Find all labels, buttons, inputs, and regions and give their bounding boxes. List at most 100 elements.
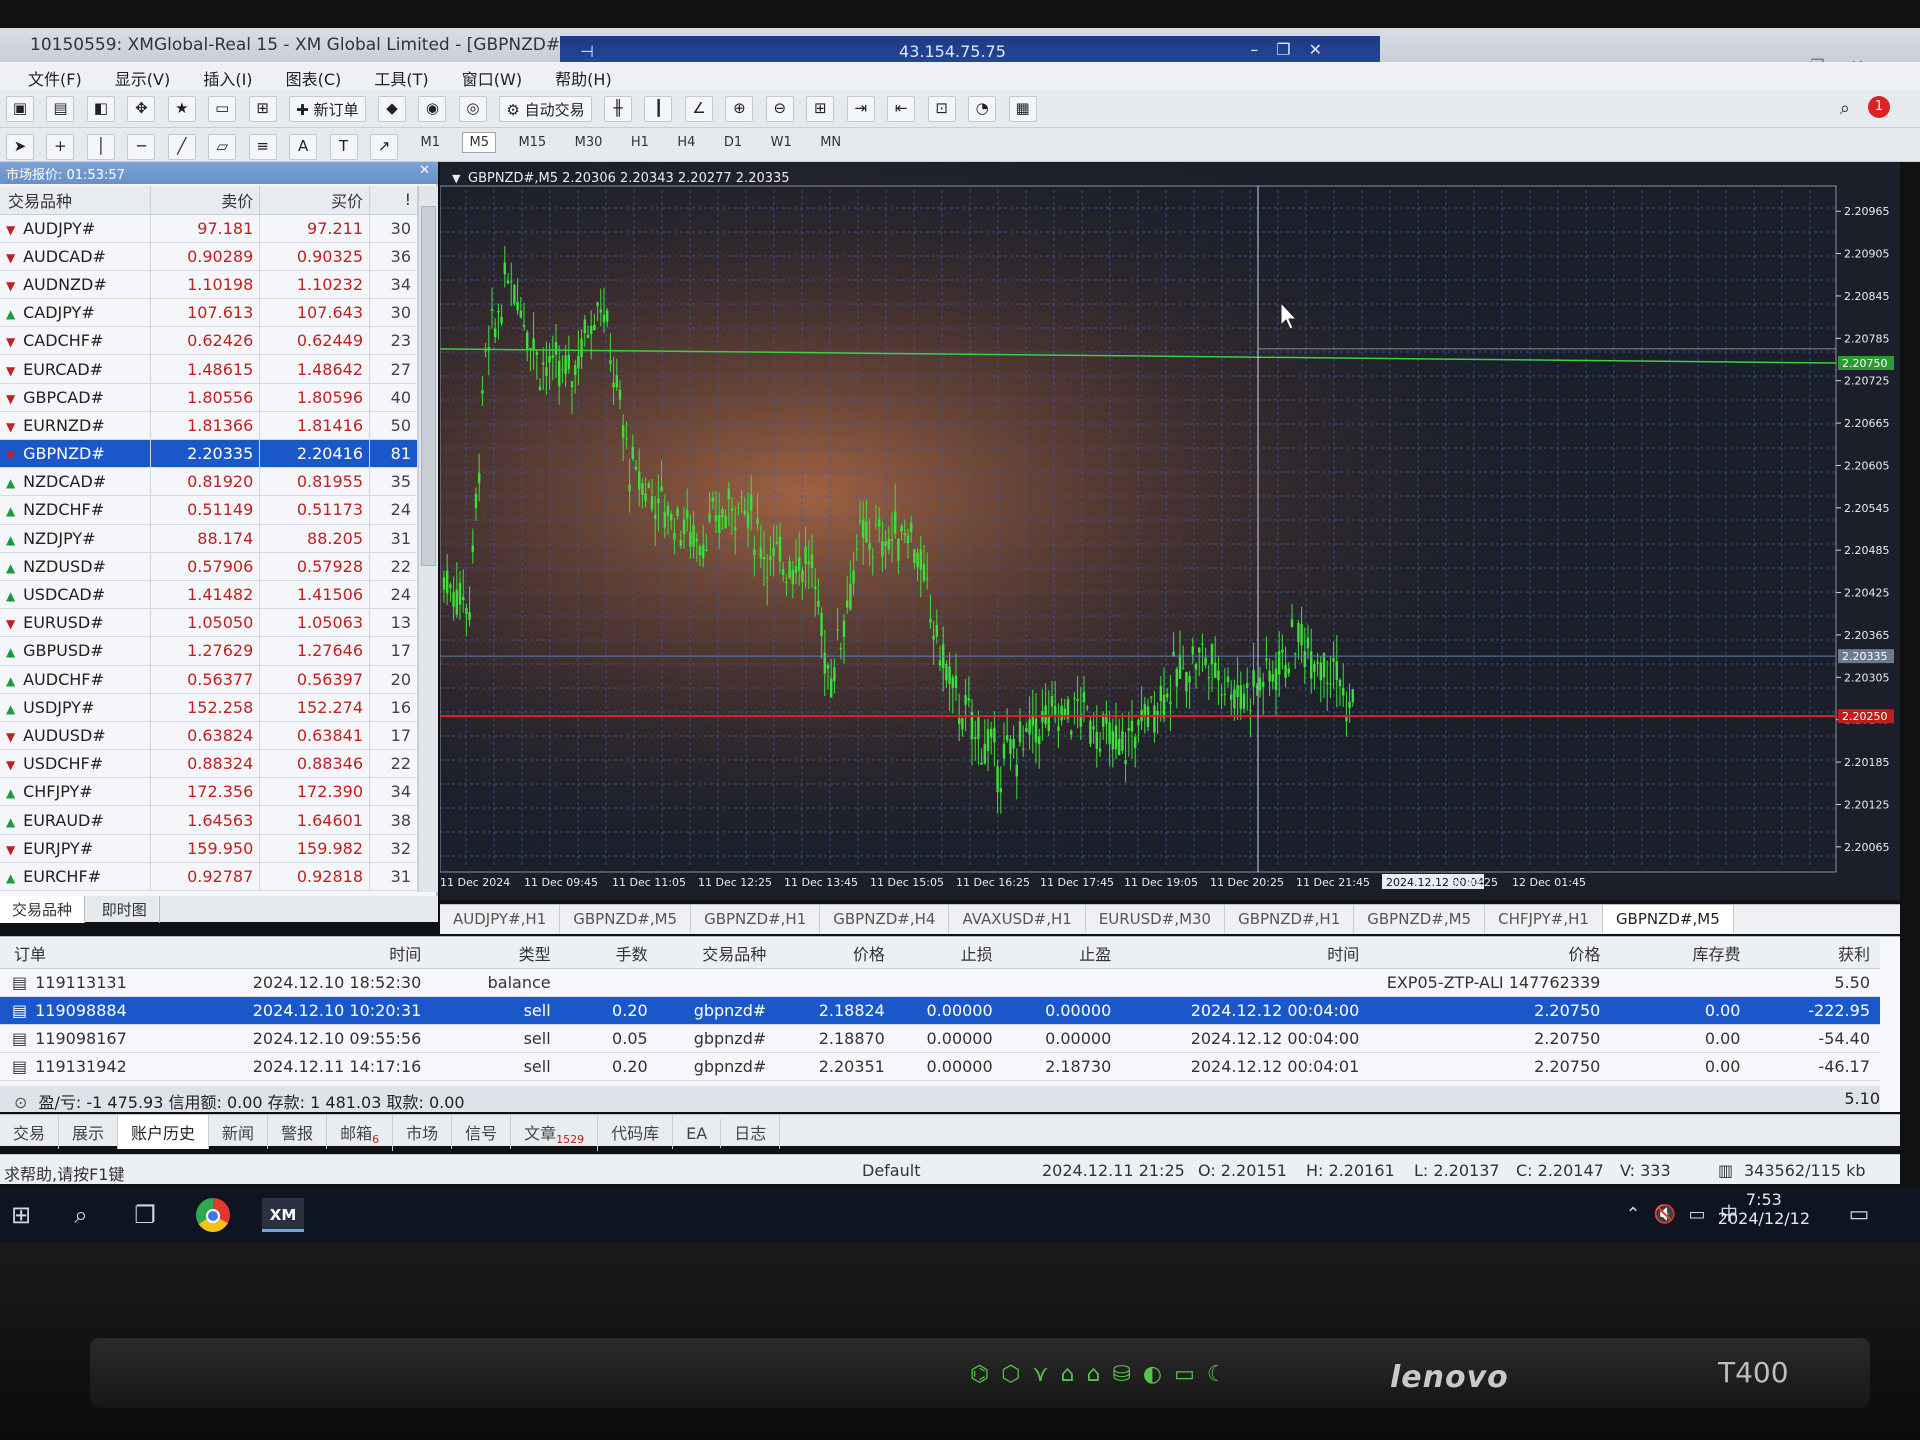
market-watch-row[interactable]: ▲ CHFJPY# 172.356 172.390 34	[0, 777, 418, 807]
terminal-tab[interactable]: 市场	[393, 1115, 453, 1149]
swap-cell[interactable]: 0.00	[1610, 996, 1751, 1025]
market-watch-row[interactable]: ▲ GBPUSD# 1.27629 1.27646 17	[0, 636, 418, 666]
chart-tab[interactable]: EURUSD#,M30	[1086, 905, 1226, 933]
market-watch-row[interactable]: ▲ NZDCHF# 0.51149 0.51173 24	[0, 495, 418, 525]
bid-cell[interactable]: 159.950	[150, 834, 261, 863]
take-profit-cell[interactable]	[1002, 968, 1122, 997]
spread-cell[interactable]: 34	[369, 270, 418, 300]
symbol-cell[interactable]: ▼ GBPNZD#	[0, 439, 151, 469]
terminal-tab[interactable]: 代码库	[598, 1115, 674, 1149]
notification-icon[interactable]: 1	[1868, 96, 1890, 118]
symbol-cell[interactable]: gbpnzd#	[657, 996, 777, 1025]
symbol-cell[interactable]	[657, 968, 777, 997]
bid-cell[interactable]: 0.88324	[150, 749, 261, 779]
ask-cell[interactable]: 1.05063	[259, 608, 370, 638]
col-swap[interactable]: 库存费	[1610, 938, 1751, 969]
take-profit-cell[interactable]: 0.00000	[1002, 996, 1122, 1025]
symbol-cell[interactable]: ▲ CHFJPY#	[0, 777, 151, 807]
chart-dropdown-icon[interactable]: ▼	[452, 172, 461, 185]
ask-cell[interactable]: 0.88346	[259, 749, 370, 779]
bid-cell[interactable]: 88.174	[150, 524, 261, 553]
market-watch-row[interactable]: ▼ CADCHF# 0.62426 0.62449 23	[0, 326, 418, 356]
new-order-button[interactable]: ✚ 新订单	[289, 96, 366, 122]
market-watch-row[interactable]: ▼ EURUSD# 1.05050 1.05063 13	[0, 608, 418, 638]
tray-clock[interactable]: 7:53 2024/12/12	[1718, 1190, 1810, 1228]
bid-cell[interactable]: 0.90289	[150, 242, 261, 271]
close-icon[interactable]: ✕	[1309, 40, 1340, 59]
fibonacci-icon[interactable]: ≡	[248, 134, 277, 160]
spread-cell[interactable]: 40	[369, 383, 418, 412]
ask-cell[interactable]: 152.274	[259, 693, 370, 722]
open-time-cell[interactable]: 2024.12.10 10:20:31	[150, 996, 432, 1025]
open-price-cell[interactable]	[776, 968, 895, 997]
restore-icon[interactable]: ❐	[1276, 40, 1308, 59]
menu-tools[interactable]: 工具(T)	[374, 66, 428, 90]
ask-cell[interactable]: 0.51173	[259, 495, 370, 525]
text-icon[interactable]: A	[289, 134, 318, 160]
symbol-cell[interactable]: ▲ NZDJPY#	[0, 524, 151, 553]
bid-cell[interactable]: 0.51149	[150, 495, 261, 525]
ask-cell[interactable]: 0.63841	[259, 721, 370, 751]
menu-file[interactable]: 文件(F)	[28, 66, 82, 90]
bid-cell[interactable]: 1.05050	[150, 608, 261, 638]
bid-cell[interactable]: 0.56377	[150, 665, 261, 694]
templates-icon[interactable]: ▦	[1008, 96, 1037, 122]
table-row[interactable]: ▤ 119098884 2024.12.10 10:20:31 sell 0.20 gbp…	[0, 996, 1880, 1025]
col-stop-loss[interactable]: 止损	[894, 938, 1003, 969]
spread-cell[interactable]: 22	[369, 749, 418, 779]
col-ask[interactable]: 买价	[259, 186, 370, 215]
start-icon[interactable]: ⊞	[4, 1198, 38, 1232]
chart-tab[interactable]: AUDJPY#,H1	[440, 905, 561, 933]
spread-cell[interactable]: 16	[369, 693, 418, 722]
symbol-cell[interactable]: ▲ NZDCAD#	[0, 467, 151, 497]
spread-cell[interactable]: 81	[369, 439, 418, 469]
spread-cell[interactable]: 17	[369, 721, 418, 751]
close-price-cell[interactable]: 2.20750	[1369, 996, 1611, 1025]
col-symbol[interactable]: 交易品种	[0, 186, 151, 215]
market-watch-row[interactable]: ▼ EURJPY# 159.950 159.982 32	[0, 834, 418, 863]
close-price-cell[interactable]: 2.20750	[1369, 1024, 1611, 1053]
bid-cell[interactable]: 1.48615	[150, 354, 261, 384]
symbol-cell[interactable]: ▼ USDCHF#	[0, 749, 151, 779]
tray-chevron-icon[interactable]: ⌃	[1616, 1198, 1650, 1232]
order-cell[interactable]: ▤ 119131942	[0, 1052, 151, 1081]
spread-cell[interactable]: 31	[369, 524, 418, 553]
col-profit[interactable]: 获利	[1750, 938, 1880, 969]
menu-help[interactable]: 帮助(H)	[555, 66, 612, 90]
market-watch-row[interactable]: ▲ NZDCAD# 0.81920 0.81955 35	[0, 467, 418, 497]
open-time-cell[interactable]: 2024.12.11 14:17:16	[150, 1052, 432, 1081]
ask-cell[interactable]: 88.205	[259, 524, 370, 553]
symbol-cell[interactable]: ▼ AUDNZD#	[0, 270, 151, 300]
ask-cell[interactable]: 97.211	[259, 214, 370, 243]
bid-cell[interactable]: 0.81920	[150, 467, 261, 497]
col-open-time[interactable]: 时间	[150, 938, 432, 969]
spread-cell[interactable]: 30	[369, 214, 418, 243]
lots-cell[interactable]: 0.20	[560, 1052, 658, 1081]
symbol-cell[interactable]: ▼ AUDUSD#	[0, 721, 151, 751]
market-watch-scrollbar[interactable]	[418, 186, 438, 892]
horizontal-line-icon[interactable]: ─	[127, 134, 156, 160]
timeframe-m5[interactable]: M5	[462, 132, 496, 153]
crosshair-icon[interactable]: +	[46, 134, 75, 160]
line-chart-icon[interactable]: ∠	[684, 96, 713, 122]
chart-tab[interactable]: GBPNZD#,M5	[1602, 905, 1734, 933]
ask-cell[interactable]: 0.92818	[259, 862, 370, 892]
ask-cell[interactable]: 1.81416	[259, 411, 370, 441]
col-bid[interactable]: 卖价	[150, 186, 261, 215]
market-watch-row[interactable]: ▲ EURAUD# 1.64563 1.64601 38	[0, 805, 418, 835]
timeframe-m15[interactable]: M15	[512, 133, 552, 152]
spread-cell[interactable]: 30	[369, 298, 418, 328]
notifications-icon[interactable]: ▭	[1842, 1198, 1876, 1232]
bar-chart-icon[interactable]: ╫	[604, 96, 633, 122]
market-watch-row[interactable]: ▲ AUDCHF# 0.56377 0.56397 20	[0, 665, 418, 694]
ask-cell[interactable]: 1.80596	[259, 383, 370, 412]
col-close-price[interactable]: 价格	[1369, 938, 1611, 969]
tab-tick-chart[interactable]: 即时图	[90, 896, 160, 923]
ask-cell[interactable]: 0.62449	[259, 326, 370, 356]
close-time-cell[interactable]: 2024.12.12 00:04:00	[1121, 996, 1370, 1025]
menu-charts[interactable]: 图表(C)	[286, 66, 342, 90]
symbol-cell[interactable]: ▼ AUDCAD#	[0, 242, 151, 271]
open-price-cell[interactable]: 2.18824	[776, 996, 895, 1025]
chart-tab[interactable]: GBPNZD#,H4	[820, 905, 950, 933]
periods-icon[interactable]: ◔	[968, 96, 997, 122]
